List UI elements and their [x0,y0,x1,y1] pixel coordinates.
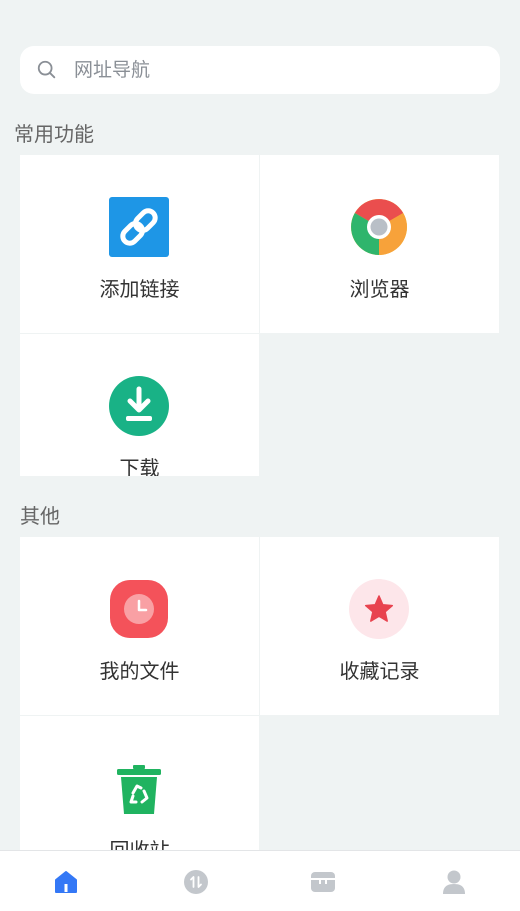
recycle-bin-item[interactable]: 回收站 [20,716,259,858]
common-functions-grid: 添加链接 浏览器 下载 [20,155,500,476]
transfer-icon [184,870,208,894]
favorites-item[interactable]: 收藏记录 [260,537,499,715]
clock-icon [110,580,168,638]
add-link-label: 添加链接 [99,277,180,301]
user-icon [443,870,465,894]
section-title-other: 其他 [20,504,60,528]
favorites-label: 收藏记录 [339,659,420,683]
star-icon [349,579,409,639]
add-link-item[interactable]: 添加链接 [20,155,259,333]
search-icon [37,60,56,79]
my-files-label: 我的文件 [99,659,180,683]
link-icon [109,197,169,257]
my-files-item[interactable]: 我的文件 [20,537,259,715]
tab-profile[interactable] [441,869,467,895]
tab-toolbox[interactable] [310,869,336,895]
recycle-bin-icon [117,765,161,814]
home-icon [55,871,77,893]
box-icon [311,872,335,892]
search-bar[interactable] [20,46,500,94]
chrome-browser-icon [351,199,407,255]
browser-label: 浏览器 [349,277,410,301]
tab-home[interactable] [53,869,79,895]
search-input[interactable] [72,58,456,82]
other-grid: 我的文件 收藏记录 回收站 [20,537,500,858]
section-title-common: 常用功能 [14,122,94,146]
download-label: 下载 [119,456,160,476]
tab-transfer[interactable] [183,869,209,895]
bottom-tab-bar [0,850,520,911]
download-icon [109,376,169,436]
download-item[interactable]: 下载 [20,334,259,476]
browser-item[interactable]: 浏览器 [260,155,499,333]
